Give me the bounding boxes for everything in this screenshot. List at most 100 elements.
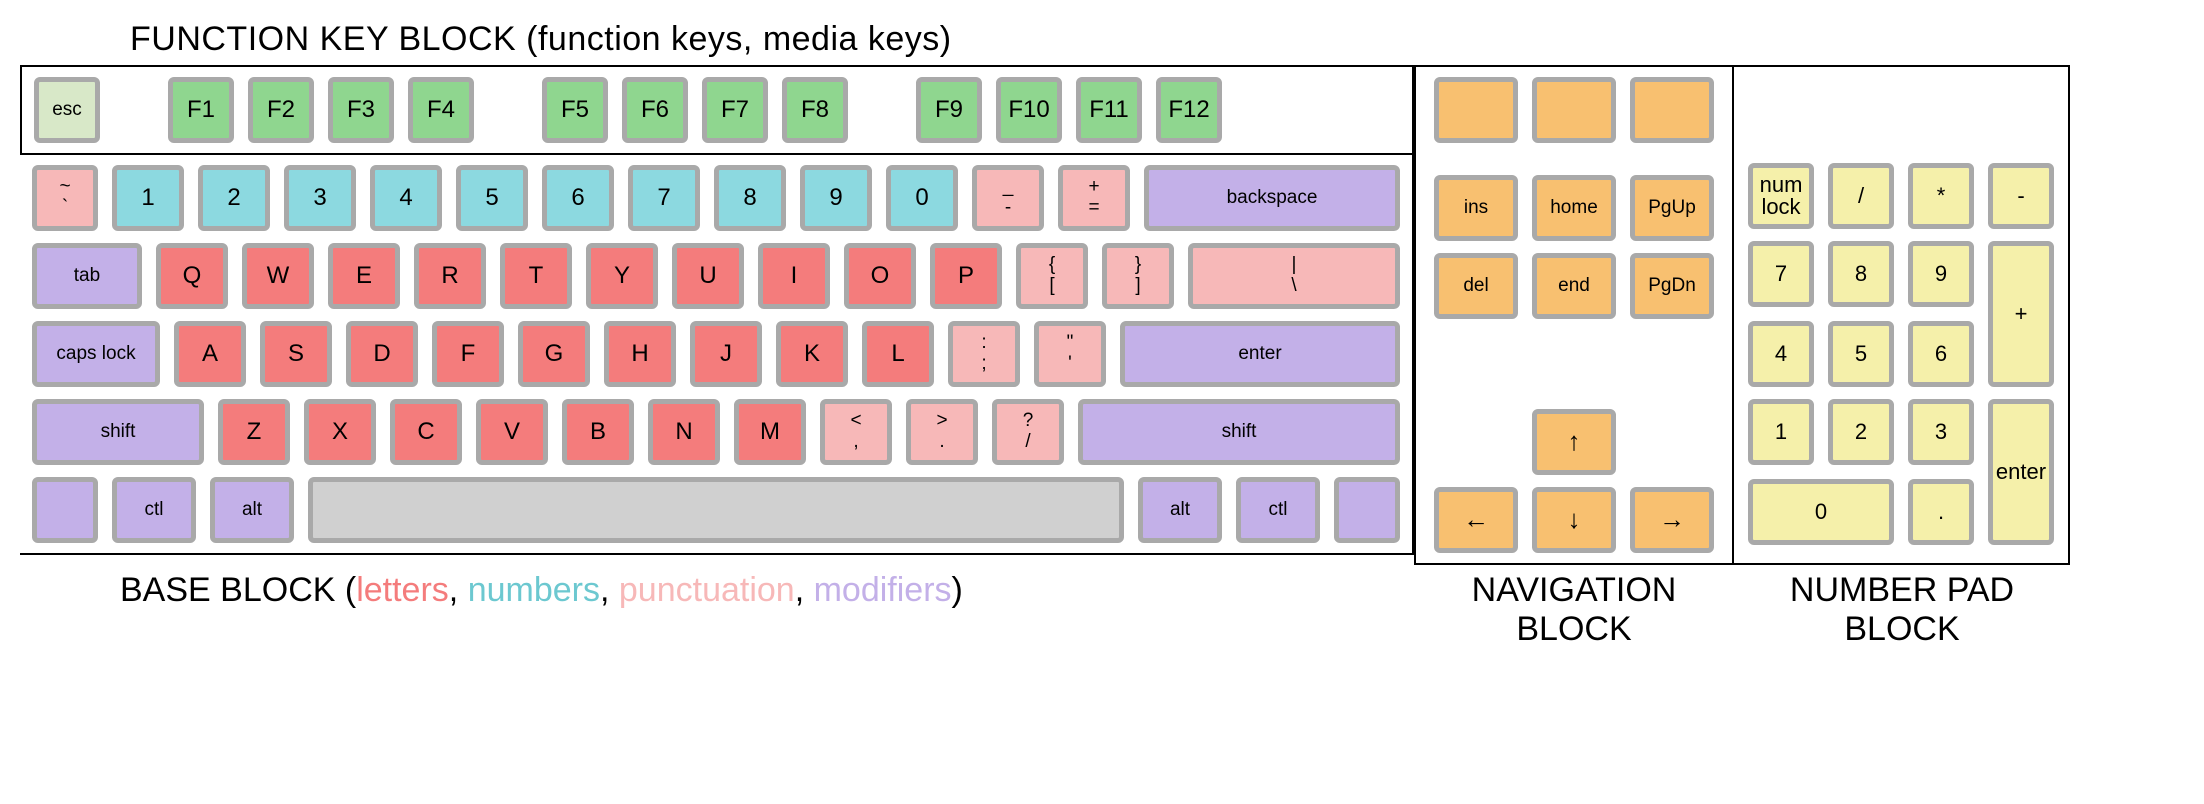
key-pgup[interactable]: PgUp bbox=[1630, 175, 1714, 241]
key-np-mul[interactable]: * bbox=[1908, 163, 1974, 229]
key-ins[interactable]: ins bbox=[1434, 175, 1518, 241]
key-np-3[interactable]: 3 bbox=[1908, 399, 1974, 465]
key-6[interactable]: 6 bbox=[542, 165, 614, 231]
key-right[interactable]: → bbox=[1630, 487, 1714, 553]
key-t[interactable]: T bbox=[500, 243, 572, 309]
key-nav-blank3[interactable] bbox=[1630, 77, 1714, 143]
key-up[interactable]: ↑ bbox=[1532, 409, 1616, 475]
key-lbracket[interactable]: {[ bbox=[1016, 243, 1088, 309]
key-quote[interactable]: "' bbox=[1034, 321, 1106, 387]
key-f10[interactable]: F10 bbox=[996, 77, 1062, 143]
key-1[interactable]: 1 bbox=[112, 165, 184, 231]
key-e[interactable]: E bbox=[328, 243, 400, 309]
key-a[interactable]: A bbox=[174, 321, 246, 387]
key-p[interactable]: P bbox=[930, 243, 1002, 309]
key-f11[interactable]: F11 bbox=[1076, 77, 1142, 143]
key-f4[interactable]: F4 bbox=[408, 77, 474, 143]
key-f8[interactable]: F8 bbox=[782, 77, 848, 143]
key-f2[interactable]: F2 bbox=[248, 77, 314, 143]
key-numlock[interactable]: num lock bbox=[1748, 163, 1814, 229]
key-l[interactable]: L bbox=[862, 321, 934, 387]
key-rbracket[interactable]: }] bbox=[1102, 243, 1174, 309]
key-2[interactable]: 2 bbox=[198, 165, 270, 231]
key-c[interactable]: C bbox=[390, 399, 462, 465]
key-capslock[interactable]: caps lock bbox=[32, 321, 160, 387]
key-8[interactable]: 8 bbox=[714, 165, 786, 231]
key-pgdn[interactable]: PgDn bbox=[1630, 253, 1714, 319]
key-f5[interactable]: F5 bbox=[542, 77, 608, 143]
key-4[interactable]: 4 bbox=[370, 165, 442, 231]
key-b[interactable]: B bbox=[562, 399, 634, 465]
key-5[interactable]: 5 bbox=[456, 165, 528, 231]
key-tab[interactable]: tab bbox=[32, 243, 142, 309]
key-np-add[interactable]: + bbox=[1988, 241, 2054, 387]
key-period[interactable]: >. bbox=[906, 399, 978, 465]
key-nav-blank2[interactable] bbox=[1532, 77, 1616, 143]
key-h[interactable]: H bbox=[604, 321, 676, 387]
key-u[interactable]: U bbox=[672, 243, 744, 309]
key-lctl[interactable]: ctl bbox=[112, 477, 196, 543]
key-np-dot[interactable]: . bbox=[1908, 479, 1974, 545]
key-r[interactable]: R bbox=[414, 243, 486, 309]
key-backspace[interactable]: backspace bbox=[1144, 165, 1400, 231]
key-down[interactable]: ↓ bbox=[1532, 487, 1616, 553]
key-rshift[interactable]: shift bbox=[1078, 399, 1400, 465]
key-g[interactable]: G bbox=[518, 321, 590, 387]
key-lmeta[interactable] bbox=[32, 477, 98, 543]
key-y[interactable]: Y bbox=[586, 243, 658, 309]
key-np-5[interactable]: 5 bbox=[1828, 321, 1894, 387]
key-tilde[interactable]: ~` bbox=[32, 165, 98, 231]
key-np-6[interactable]: 6 bbox=[1908, 321, 1974, 387]
key-d[interactable]: D bbox=[346, 321, 418, 387]
key-np-9[interactable]: 9 bbox=[1908, 241, 1974, 307]
key-lshift[interactable]: shift bbox=[32, 399, 204, 465]
key-j[interactable]: J bbox=[690, 321, 762, 387]
key-np-4[interactable]: 4 bbox=[1748, 321, 1814, 387]
key-comma[interactable]: <, bbox=[820, 399, 892, 465]
key-end[interactable]: end bbox=[1532, 253, 1616, 319]
key-f9[interactable]: F9 bbox=[916, 77, 982, 143]
key-7[interactable]: 7 bbox=[628, 165, 700, 231]
key-3[interactable]: 3 bbox=[284, 165, 356, 231]
key-f7[interactable]: F7 bbox=[702, 77, 768, 143]
key-0[interactable]: 0 bbox=[886, 165, 958, 231]
key-f[interactable]: F bbox=[432, 321, 504, 387]
key-z[interactable]: Z bbox=[218, 399, 290, 465]
key-v[interactable]: V bbox=[476, 399, 548, 465]
key-del[interactable]: del bbox=[1434, 253, 1518, 319]
key-home[interactable]: home bbox=[1532, 175, 1616, 241]
key-dash[interactable]: _- bbox=[972, 165, 1044, 231]
key-f6[interactable]: F6 bbox=[622, 77, 688, 143]
key-semicolon[interactable]: :; bbox=[948, 321, 1020, 387]
key-i[interactable]: I bbox=[758, 243, 830, 309]
key-rmeta[interactable] bbox=[1334, 477, 1400, 543]
key-equals[interactable]: += bbox=[1058, 165, 1130, 231]
key-space[interactable] bbox=[308, 477, 1124, 543]
key-f1[interactable]: F1 bbox=[168, 77, 234, 143]
key-m[interactable]: M bbox=[734, 399, 806, 465]
key-left[interactable]: ← bbox=[1434, 487, 1518, 553]
key-backslash[interactable]: |\ bbox=[1188, 243, 1400, 309]
key-f3[interactable]: F3 bbox=[328, 77, 394, 143]
key-np-0[interactable]: 0 bbox=[1748, 479, 1894, 545]
key-np-1[interactable]: 1 bbox=[1748, 399, 1814, 465]
key-np-2[interactable]: 2 bbox=[1828, 399, 1894, 465]
key-q[interactable]: Q bbox=[156, 243, 228, 309]
key-np-sub[interactable]: - bbox=[1988, 163, 2054, 229]
key-np-enter[interactable]: enter bbox=[1988, 399, 2054, 545]
key-s[interactable]: S bbox=[260, 321, 332, 387]
key-x[interactable]: X bbox=[304, 399, 376, 465]
key-o[interactable]: O bbox=[844, 243, 916, 309]
key-w[interactable]: W bbox=[242, 243, 314, 309]
key-n[interactable]: N bbox=[648, 399, 720, 465]
key-np-div[interactable]: / bbox=[1828, 163, 1894, 229]
key-np-7[interactable]: 7 bbox=[1748, 241, 1814, 307]
key-rctl[interactable]: ctl bbox=[1236, 477, 1320, 543]
key-enter[interactable]: enter bbox=[1120, 321, 1400, 387]
key-ralt[interactable]: alt bbox=[1138, 477, 1222, 543]
key-lalt[interactable]: alt bbox=[210, 477, 294, 543]
key-np-8[interactable]: 8 bbox=[1828, 241, 1894, 307]
key-f12[interactable]: F12 bbox=[1156, 77, 1222, 143]
key-9[interactable]: 9 bbox=[800, 165, 872, 231]
key-esc[interactable]: esc bbox=[34, 77, 100, 143]
